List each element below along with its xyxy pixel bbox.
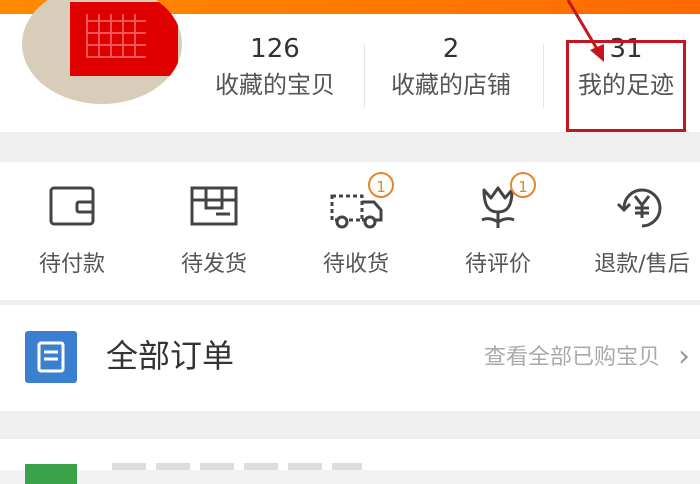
redaction-block [70,2,178,76]
stat-favorite-shops[interactable]: 2 收藏的店铺 [376,32,526,122]
flower-icon: 1 [470,172,536,232]
stat-value: 126 [250,34,300,64]
divider [364,44,365,108]
status-pending-shipment[interactable]: 待发货 [154,180,274,278]
section-separator [0,411,700,439]
stat-value: 2 [442,34,460,64]
next-row-partial [0,439,700,484]
section-separator [0,132,700,162]
package-icon [186,180,242,232]
stat-label: 收藏的宝贝 [215,71,335,99]
status-label: 待收货 [322,252,389,277]
badge-count: 1 [510,172,536,198]
status-label: 待评价 [464,252,531,277]
order-status-bar: 待付款 待发货 1 待收货 1 待评价 退款/售后 [0,162,700,300]
status-label: 待发货 [180,252,247,277]
status-refund-aftersale[interactable]: 退款/售后 [582,180,700,278]
status-pending-review[interactable]: 1 待评价 [438,172,558,278]
truck-icon: 1 [328,172,394,232]
view-all-purchased-link[interactable]: 查看全部已购宝贝 [484,343,660,373]
stats-panel: 126 收藏的宝贝 2 收藏的店铺 31 我的足迹 [0,0,700,132]
badge-count: 1 [368,172,394,198]
all-orders-title: 全部订单 [106,337,235,375]
next-row-text-cut [112,463,362,470]
stat-favorite-items[interactable]: 126 收藏的宝贝 [200,32,350,122]
stat-label: 收藏的店铺 [391,71,511,99]
refund-icon [614,180,670,232]
status-label: 待付款 [38,252,105,277]
chevron-right-icon: › [678,339,690,374]
status-label: 退款/售后 [594,252,690,277]
next-row-icon [25,464,77,484]
avatar[interactable] [22,0,182,104]
arrow-annotation-icon [566,0,604,62]
divider [543,44,544,108]
status-pending-receipt[interactable]: 1 待收货 [296,172,416,278]
wallet-icon [44,180,100,232]
status-pending-payment[interactable]: 待付款 [12,180,132,278]
order-list-icon [25,331,77,383]
all-orders-row[interactable]: 全部订单 查看全部已购宝贝 › [0,305,700,411]
